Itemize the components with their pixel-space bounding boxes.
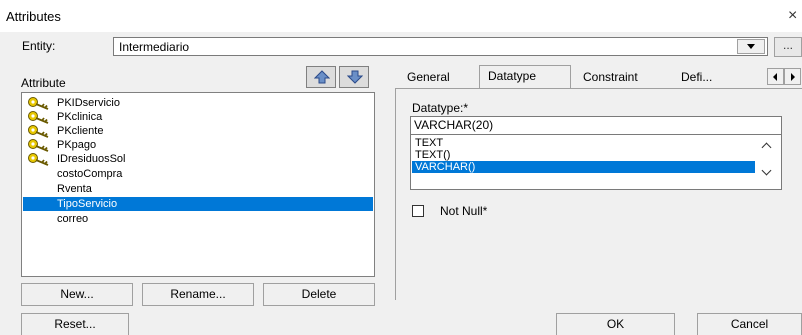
attribute-name: PKpago: [57, 139, 97, 151]
chevron-down-icon[interactable]: [737, 39, 765, 54]
datatype-label: Datatype:*: [412, 101, 469, 115]
entity-value: Intermediario: [119, 40, 190, 54]
datatype-option[interactable]: TEXT: [412, 137, 755, 149]
attribute-name: TipoServicio: [57, 197, 122, 211]
move-up-button[interactable]: [306, 66, 336, 88]
tab-constraint[interactable]: Constraint: [583, 67, 638, 88]
title-bar: Attributes ×: [0, 0, 802, 32]
attribute-name: PKIDservicio: [57, 97, 120, 109]
key-icon: [28, 111, 49, 124]
tab-scroll-left-icon[interactable]: [767, 68, 784, 85]
attribute-list-label: Attribute: [21, 76, 66, 90]
attribute-name: Rventa: [57, 183, 92, 195]
not-null-checkbox[interactable]: [412, 205, 424, 217]
entity-more-button[interactable]: ...: [774, 37, 802, 57]
chevron-down-icon[interactable]: [762, 167, 774, 177]
arrow-up-icon: [314, 70, 330, 84]
key-icon: [28, 153, 49, 166]
key-icon: [28, 139, 49, 152]
arrow-down-icon: [347, 70, 363, 84]
chevron-up-icon[interactable]: [762, 141, 774, 151]
delete-button[interactable]: Delete: [263, 283, 375, 306]
key-icon: [28, 97, 49, 110]
move-down-button[interactable]: [339, 66, 369, 88]
attribute-name: IDresiduosSol: [57, 153, 126, 165]
datatype-option[interactable]: TEXT(): [412, 149, 755, 161]
reset-button[interactable]: Reset...: [21, 313, 129, 335]
entity-label: Entity:: [22, 39, 56, 53]
attribute-name: correo: [57, 213, 89, 225]
attribute-name: costoCompra: [57, 168, 123, 180]
entity-select[interactable]: Intermediario: [113, 37, 768, 56]
ok-button[interactable]: OK: [556, 313, 675, 335]
cancel-button[interactable]: Cancel: [697, 313, 802, 335]
tab-definition[interactable]: Defi...: [681, 67, 712, 88]
close-icon[interactable]: ×: [788, 6, 802, 26]
key-icon: [28, 125, 49, 138]
tab-datatype[interactable]: Datatype: [479, 65, 571, 89]
attribute-name: PKclinica: [57, 111, 103, 123]
datatype-input[interactable]: VARCHAR(20): [410, 116, 782, 135]
tab-strip: General Datatype Constraint Defi...: [395, 65, 802, 89]
not-null-label: Not Null*: [440, 204, 488, 218]
new-button[interactable]: New...: [21, 283, 133, 306]
datatype-option-selected[interactable]: VARCHAR(): [412, 161, 755, 173]
datatype-list[interactable]: TEXT TEXT() VARCHAR(): [410, 134, 782, 190]
window-title: Attributes: [6, 9, 61, 24]
attribute-name: PKcliente: [57, 125, 104, 137]
tab-scroll-right-icon[interactable]: [784, 68, 801, 85]
list-item-selected[interactable]: TipoServicio: [23, 197, 373, 211]
tab-general[interactable]: General: [407, 67, 450, 88]
attribute-list[interactable]: PKIDservicio PKclinica PKcliente PKpago: [21, 92, 375, 277]
rename-button[interactable]: Rename...: [142, 283, 254, 306]
